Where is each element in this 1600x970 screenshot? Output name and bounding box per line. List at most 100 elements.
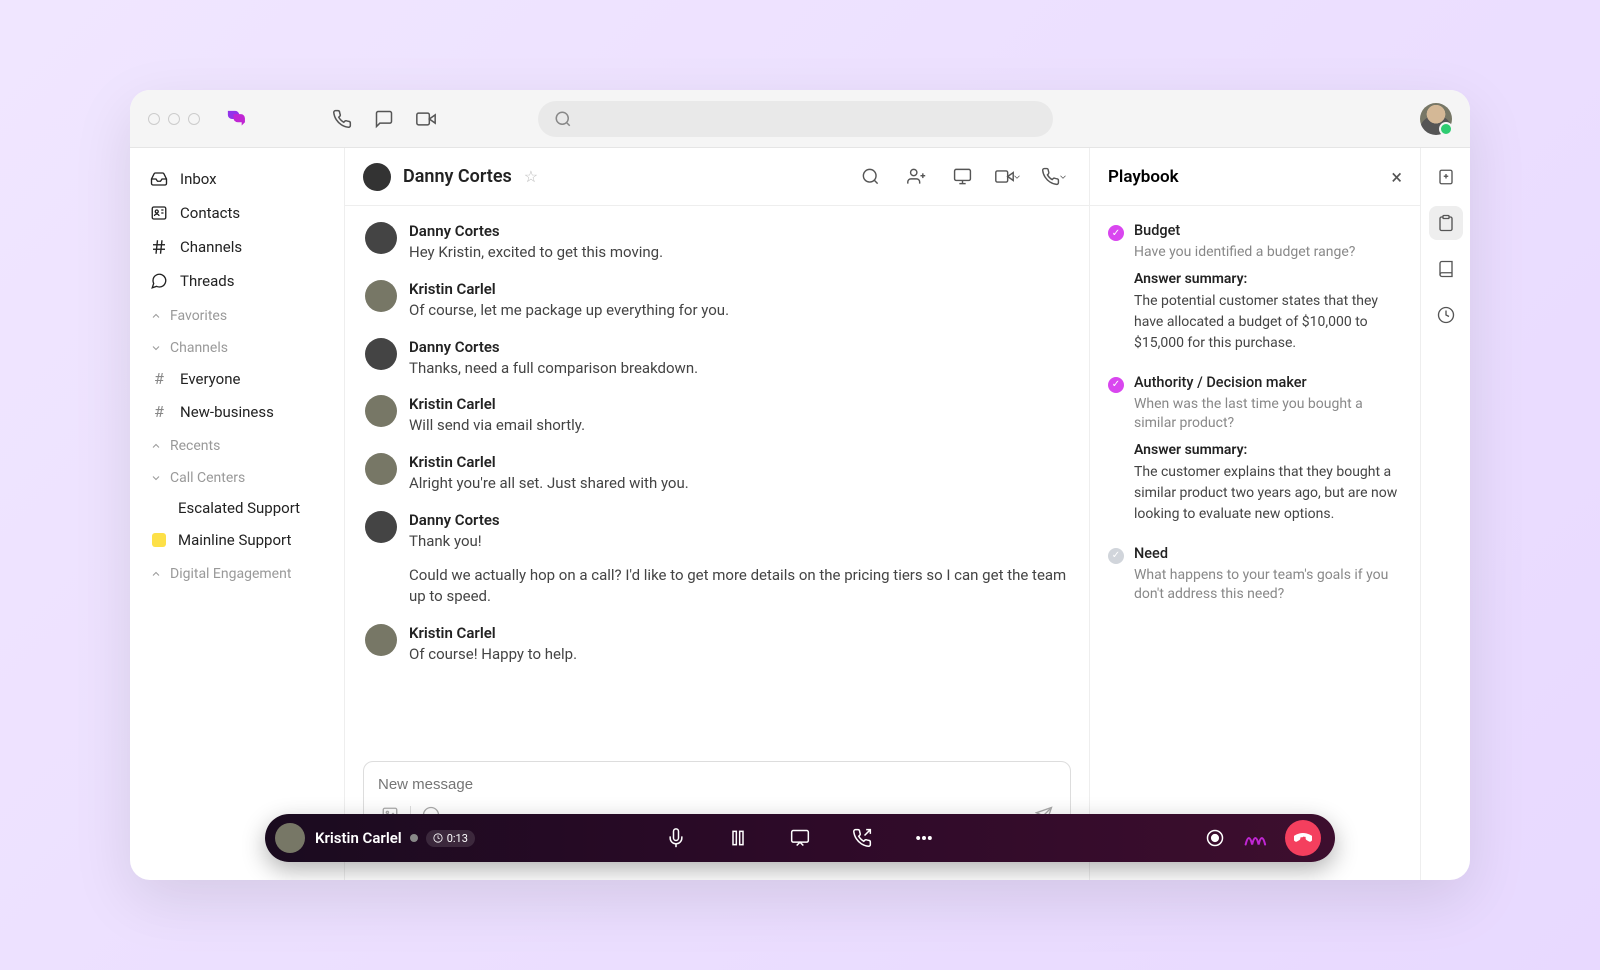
- section-channels[interactable]: Channels: [130, 330, 344, 362]
- playbook-item: NeedWhat happens to your team's goals if…: [1108, 545, 1402, 613]
- hash-icon: #: [150, 369, 168, 388]
- chevron-up-icon: [150, 310, 162, 322]
- call-timer: 0:13: [426, 830, 475, 847]
- playbook-summary: The customer explains that they bought a…: [1134, 462, 1402, 525]
- app-logo: [222, 105, 250, 133]
- section-callcenters[interactable]: Call Centers: [130, 460, 344, 492]
- message-author: Danny Cortes: [409, 222, 1069, 240]
- contact-name: Danny Cortes: [403, 166, 512, 187]
- nav-inbox[interactable]: Inbox: [130, 162, 344, 196]
- message-row: Kristin CarlelWill send via email shortl…: [365, 395, 1069, 437]
- message-row: Danny CortesThank you!Could we actually …: [365, 511, 1069, 608]
- call-contact-name: Kristin Carlel: [315, 829, 402, 847]
- message-input[interactable]: [378, 776, 1056, 793]
- window-controls[interactable]: [148, 113, 200, 125]
- message-avatar: [365, 280, 397, 312]
- message-text: Will send via email shortly.: [409, 415, 1069, 437]
- history-icon[interactable]: [1429, 298, 1463, 332]
- close-icon[interactable]: ×: [1391, 165, 1402, 189]
- conversation-panel: Danny Cortes ☆ Danny CortesHey Kristin, …: [345, 148, 1090, 880]
- channel-label: New-business: [180, 403, 274, 421]
- record-icon[interactable]: [1201, 824, 1229, 852]
- video-call-icon[interactable]: [991, 160, 1025, 194]
- clipboard-icon[interactable]: [1429, 206, 1463, 240]
- chevron-down-icon: [150, 342, 162, 354]
- message-row: Kristin CarlelAlright you're all set. Ju…: [365, 453, 1069, 495]
- message-text: Alright you're all set. Just shared with…: [409, 473, 1069, 495]
- phone-call-icon[interactable]: [1037, 160, 1071, 194]
- playbook-question: What happens to your team's goals if you…: [1134, 566, 1402, 605]
- message-author: Danny Cortes: [409, 511, 1069, 529]
- screen-share-icon[interactable]: [945, 160, 979, 194]
- right-rail: [1420, 148, 1470, 880]
- message-row: Danny CortesThanks, need a full comparis…: [365, 338, 1069, 380]
- call-icon[interactable]: [324, 101, 360, 137]
- sidebar: Inbox Contacts Channels Threads Favorite…: [130, 148, 345, 880]
- section-favorites[interactable]: Favorites: [130, 298, 344, 330]
- message-text: Thank you!: [409, 531, 1069, 553]
- playbook-item-title: Budget: [1134, 222, 1402, 239]
- section-label: Channels: [170, 340, 228, 356]
- callcenter-label: Mainline Support: [178, 531, 291, 549]
- minimize-window[interactable]: [168, 113, 180, 125]
- nav-label: Channels: [180, 238, 242, 256]
- message-author: Kristin Carlel: [409, 280, 1069, 298]
- message-avatar: [365, 395, 397, 427]
- channel-new-business[interactable]: # New-business: [130, 395, 344, 428]
- message-row: Kristin CarlelOf course, let me package …: [365, 280, 1069, 322]
- playbook-question: When was the last time you bought a simi…: [1134, 395, 1402, 434]
- share-screen-icon[interactable]: [786, 824, 814, 852]
- channel-everyone[interactable]: # Everyone: [130, 362, 344, 395]
- message-avatar: [365, 222, 397, 254]
- callcenter-escalated[interactable]: Escalated Support: [130, 492, 344, 524]
- inbox-icon: [150, 170, 168, 188]
- section-digital-engagement[interactable]: Digital Engagement: [130, 556, 344, 588]
- nav-label: Threads: [180, 272, 234, 290]
- conversation-header: Danny Cortes ☆: [345, 148, 1089, 206]
- favorite-star-icon[interactable]: ☆: [524, 167, 538, 186]
- call-avatar: [275, 823, 305, 853]
- callcenter-label: Escalated Support: [178, 499, 300, 517]
- playbook-question: Have you identified a budget range?: [1134, 243, 1402, 263]
- nav-threads[interactable]: Threads: [130, 264, 344, 298]
- more-icon[interactable]: [910, 824, 938, 852]
- close-window[interactable]: [148, 113, 160, 125]
- nav-contacts[interactable]: Contacts: [130, 196, 344, 230]
- nav-label: Inbox: [180, 170, 217, 188]
- hold-icon[interactable]: [724, 824, 752, 852]
- channels-icon: [150, 238, 168, 256]
- message-icon[interactable]: [366, 101, 402, 137]
- titlebar: [130, 90, 1470, 148]
- message-text: Of course! Happy to help.: [409, 644, 1069, 666]
- message-row: Danny CortesHey Kristin, excited to get …: [365, 222, 1069, 264]
- add-note-icon[interactable]: [1429, 160, 1463, 194]
- chevron-up-icon: [150, 568, 162, 580]
- hash-icon: #: [150, 402, 168, 421]
- add-person-icon[interactable]: [899, 160, 933, 194]
- clock-icon: [433, 833, 443, 843]
- color-swatch: [152, 533, 166, 547]
- callcenter-mainline[interactable]: Mainline Support: [130, 524, 344, 556]
- message-text: Thanks, need a full comparison breakdown…: [409, 358, 1069, 380]
- book-icon[interactable]: [1429, 252, 1463, 286]
- hangup-button[interactable]: [1285, 820, 1321, 856]
- section-label: Recents: [170, 438, 220, 454]
- chevron-up-icon: [150, 440, 162, 452]
- transfer-icon[interactable]: [848, 824, 876, 852]
- mute-icon[interactable]: [662, 824, 690, 852]
- search-icon: [554, 110, 572, 128]
- section-recents[interactable]: Recents: [130, 428, 344, 460]
- maximize-window[interactable]: [188, 113, 200, 125]
- check-icon: [1108, 377, 1124, 393]
- playbook-header: Playbook ×: [1090, 148, 1420, 206]
- color-swatch: [152, 501, 166, 515]
- section-label: Call Centers: [170, 470, 245, 486]
- playbook-summary: The potential customer states that they …: [1134, 291, 1402, 354]
- nav-channels[interactable]: Channels: [130, 230, 344, 264]
- ai-assist-icon[interactable]: [1243, 824, 1271, 852]
- messages-list: Danny CortesHey Kristin, excited to get …: [345, 206, 1089, 753]
- profile-avatar[interactable]: [1420, 103, 1452, 135]
- search-conversation-icon[interactable]: [853, 160, 887, 194]
- search-input[interactable]: [538, 101, 1053, 137]
- video-icon[interactable]: [408, 101, 444, 137]
